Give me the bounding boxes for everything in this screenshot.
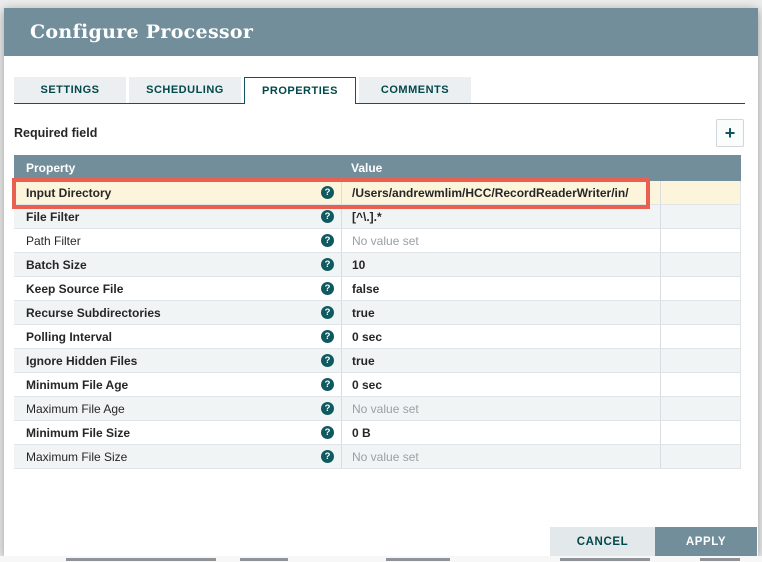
tab-bar: SETTINGS SCHEDULING PROPERTIES COMMENTS — [14, 77, 745, 104]
property-cell: Maximum File Size? — [14, 445, 341, 468]
property-value[interactable]: 0 B — [341, 421, 660, 444]
property-row: Batch Size? 10 — [14, 253, 741, 277]
apply-button[interactable]: APPLY — [655, 527, 757, 556]
property-cell: Maximum File Age? — [14, 397, 341, 420]
property-name: Ignore Hidden Files — [26, 353, 138, 368]
table-header-row: Property Value — [14, 155, 741, 181]
property-name: Maximum File Age — [26, 401, 125, 416]
property-cell: Minimum File Age? — [14, 373, 341, 396]
help-icon[interactable]: ? — [321, 210, 334, 223]
help-icon[interactable]: ? — [321, 258, 334, 271]
required-field-label: Required field — [14, 126, 98, 140]
dialog-title: Configure Processor — [30, 21, 254, 43]
row-extra-cell — [660, 253, 741, 276]
add-property-button[interactable]: + — [716, 119, 744, 147]
property-cell: Keep Source File? — [14, 277, 341, 300]
row-extra-cell — [660, 445, 741, 468]
help-icon[interactable]: ? — [321, 378, 334, 391]
tab-comments[interactable]: COMMENTS — [359, 77, 471, 103]
properties-toolbar: Required field + — [14, 119, 744, 147]
property-value[interactable]: true — [341, 301, 660, 324]
property-row: Maximum File Size? No value set — [14, 445, 741, 469]
property-cell: Input Directory? — [14, 181, 341, 204]
property-name: Batch Size — [26, 257, 87, 272]
property-row: Maximum File Age? No value set — [14, 397, 741, 421]
cancel-button[interactable]: CANCEL — [550, 527, 655, 556]
help-icon[interactable]: ? — [321, 186, 334, 199]
property-value[interactable]: No value set — [341, 445, 660, 468]
row-extra-cell — [660, 229, 741, 252]
configure-processor-dialog: Configure Processor SETTINGS SCHEDULING PR… — [4, 8, 758, 556]
row-extra-cell — [660, 181, 741, 204]
property-value[interactable]: No value set — [341, 229, 660, 252]
property-row: Ignore Hidden Files? true — [14, 349, 741, 373]
property-name: Maximum File Size — [26, 449, 128, 464]
help-icon[interactable]: ? — [321, 354, 334, 367]
property-value[interactable]: /Users/andrewmlim/HCC/RecordReaderWriter… — [341, 181, 660, 204]
property-name: Keep Source File — [26, 281, 124, 296]
tab-properties[interactable]: PROPERTIES — [244, 77, 356, 104]
background-page-strip — [0, 556, 762, 562]
property-cell: Ignore Hidden Files? — [14, 349, 341, 372]
property-row: Keep Source File? false — [14, 277, 741, 301]
property-cell: Minimum File Size? — [14, 421, 341, 444]
plus-icon: + — [724, 123, 736, 143]
property-cell: Polling Interval? — [14, 325, 341, 348]
property-row: Minimum File Age? 0 sec — [14, 373, 741, 397]
row-extra-cell — [660, 421, 741, 444]
row-extra-cell — [660, 349, 741, 372]
property-column-header: Property — [26, 161, 76, 175]
property-row: Minimum File Size? 0 B — [14, 421, 741, 445]
table-body: Input Directory?/Users/andrewmlim/HCC/Re… — [12, 178, 741, 469]
property-value[interactable]: false — [341, 277, 660, 300]
tab-scheduling[interactable]: SCHEDULING — [129, 77, 241, 103]
help-icon[interactable]: ? — [321, 282, 334, 295]
property-name: Polling Interval — [26, 329, 113, 344]
row-extra-cell — [660, 205, 741, 228]
property-row: File Filter? [^\.].* — [14, 205, 741, 229]
property-row: Polling Interval? 0 sec — [14, 325, 741, 349]
value-column-header: Value — [351, 161, 383, 175]
help-icon[interactable]: ? — [321, 306, 334, 319]
row-extra-cell — [660, 325, 741, 348]
help-icon[interactable]: ? — [321, 450, 334, 463]
property-row: Input Directory?/Users/andrewmlim/HCC/Re… — [12, 178, 741, 209]
property-cell: Batch Size? — [14, 253, 341, 276]
properties-table: Property Value Input Directory?/Users/an… — [12, 155, 741, 469]
property-cell: Recurse Subdirectories? — [14, 301, 341, 324]
property-value[interactable]: 0 sec — [341, 325, 660, 348]
property-name: Path Filter — [26, 233, 81, 248]
property-name: Input Directory — [26, 185, 112, 200]
row-extra-cell — [660, 301, 741, 324]
dialog-footer: CANCEL APPLY — [550, 527, 757, 556]
row-extra-cell — [660, 397, 741, 420]
help-icon[interactable]: ? — [321, 426, 334, 439]
property-cell: Path Filter? — [14, 229, 341, 252]
help-icon[interactable]: ? — [321, 330, 334, 343]
property-value[interactable]: No value set — [341, 397, 660, 420]
dialog-header: Configure Processor — [4, 8, 758, 56]
property-value[interactable]: true — [341, 349, 660, 372]
property-value[interactable]: 10 — [341, 253, 660, 276]
property-row: Recurse Subdirectories? true — [14, 301, 741, 325]
property-cell: File Filter? — [14, 205, 341, 228]
property-name: Minimum File Age — [26, 377, 129, 392]
help-icon[interactable]: ? — [321, 234, 334, 247]
row-extra-cell — [660, 373, 741, 396]
row-extra-cell — [660, 277, 741, 300]
property-value[interactable]: [^\.].* — [341, 205, 660, 228]
tab-settings[interactable]: SETTINGS — [14, 77, 126, 103]
property-row: Path Filter? No value set — [14, 229, 741, 253]
help-icon[interactable]: ? — [321, 402, 334, 415]
property-name: File Filter — [26, 209, 80, 224]
property-value[interactable]: 0 sec — [341, 373, 660, 396]
property-name: Recurse Subdirectories — [26, 305, 161, 320]
property-name: Minimum File Size — [26, 425, 131, 440]
